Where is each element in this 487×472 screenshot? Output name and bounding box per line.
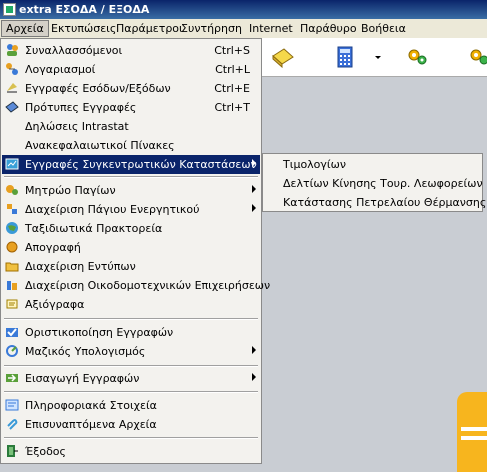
menu-item-entries[interactable]: Εγγραφές Εσόδων/Εξόδων Ctrl+E bbox=[2, 79, 260, 98]
menu-prints[interactable]: Εκτυπώσεις bbox=[47, 21, 120, 36]
menu-item-contacts[interactable]: Συναλλασσόμενοι Ctrl+S bbox=[2, 41, 260, 60]
finalize-icon bbox=[5, 325, 19, 339]
menu-item-mass-calc[interactable]: Μαζικός Υπολογισμός bbox=[2, 342, 260, 361]
summary-entries-submenu: Τιμολογίων Δελτίων Κίνησης Τουρ. Λεωφορε… bbox=[262, 153, 486, 212]
menu-item-templates[interactable]: Πρότυπες Εγγραφές Ctrl+T bbox=[2, 98, 260, 117]
folder-icon bbox=[5, 259, 19, 273]
menu-separator bbox=[4, 391, 258, 393]
menu-file[interactable]: Αρχεία bbox=[1, 20, 49, 37]
menu-item-inventory[interactable]: Απογραφή bbox=[2, 238, 260, 257]
menu-item-construction[interactable]: Διαχείριση Οικοδομοτεχνικών Επιχειρήσεων bbox=[2, 276, 270, 295]
menu-parameters[interactable]: Παράμετροι bbox=[112, 21, 187, 36]
menu-item-forms[interactable]: Διαχείριση Εντύπων bbox=[2, 257, 260, 276]
inventory-icon bbox=[5, 240, 19, 254]
assets-icon bbox=[5, 183, 19, 197]
menu-window[interactable]: Παράθυρο bbox=[296, 21, 361, 36]
import-icon bbox=[5, 371, 19, 385]
menu-item-intrastat[interactable]: Δηλώσεις Intrastat bbox=[2, 117, 260, 136]
gears-icon[interactable] bbox=[405, 44, 431, 70]
menu-bar: Αρχεία Εκτυπώσεις Παράμετροι Συντήρηση I… bbox=[0, 19, 487, 39]
submenu-item-bus-tickets[interactable]: Δελτίων Κίνησης Τουρ. Λεωφορείων bbox=[283, 177, 483, 190]
title-bar: extra ΕΣΟΔΑ / ΕΞΟΔΑ bbox=[0, 0, 487, 19]
entries-icon bbox=[5, 81, 19, 95]
menu-separator bbox=[4, 318, 258, 320]
menu-item-summary-tables[interactable]: Ανακεφαλαιωτικοί Πίνακες bbox=[2, 136, 260, 155]
toolbar bbox=[262, 38, 487, 77]
logo-corner bbox=[457, 392, 487, 472]
attachment-icon bbox=[5, 417, 19, 431]
dropdown-arrow-icon[interactable] bbox=[372, 44, 384, 70]
menu-item-summary-entries[interactable]: Εγγραφές Συγκεντρωτικών Καταστάσεων bbox=[2, 155, 260, 174]
menu-internet[interactable]: Internet bbox=[245, 21, 297, 36]
notebook-icon[interactable] bbox=[270, 44, 296, 70]
people-icon bbox=[5, 43, 19, 57]
mass-calc-icon bbox=[5, 344, 19, 358]
menu-separator bbox=[4, 437, 258, 439]
file-menu: Συναλλασσόμενοι Ctrl+S Λογαριασμοί Ctrl+… bbox=[0, 38, 270, 464]
securities-icon bbox=[5, 297, 19, 311]
accounts-icon bbox=[5, 62, 19, 76]
window-title: extra ΕΣΟΔΑ / ΕΞΟΔΑ bbox=[19, 3, 150, 16]
app-icon bbox=[3, 3, 16, 16]
summary-icon bbox=[5, 157, 19, 171]
menu-item-info[interactable]: Πληροφοριακά Στοιχεία bbox=[2, 396, 260, 415]
menu-item-asset-registry[interactable]: Μητρώο Παγίων bbox=[2, 181, 260, 200]
info-icon bbox=[5, 398, 19, 412]
menu-item-fixed-assets[interactable]: Διαχείριση Πάγιου Ενεργητικού bbox=[2, 200, 260, 219]
menu-help[interactable]: Βοήθεια bbox=[357, 21, 410, 36]
submenu-arrow-icon bbox=[252, 204, 256, 212]
submenu-item-heating-oil[interactable]: Κατάστασης Πετρελαίου Θέρμανσης bbox=[283, 196, 486, 209]
calculator-icon[interactable] bbox=[332, 44, 358, 70]
exit-icon bbox=[5, 444, 19, 458]
menu-item-finalize[interactable]: Οριστικοποίηση Εγγραφών bbox=[2, 323, 260, 342]
menu-separator bbox=[4, 365, 258, 367]
submenu-arrow-icon bbox=[252, 373, 256, 381]
menu-maintenance[interactable]: Συντήρηση bbox=[177, 21, 246, 36]
menu-item-accounts[interactable]: Λογαριασμοί Ctrl+L bbox=[2, 60, 260, 79]
menu-item-securities[interactable]: Αξιόγραφα bbox=[2, 295, 260, 314]
submenu-item-invoices[interactable]: Τιμολογίων bbox=[283, 158, 346, 171]
submenu-arrow-icon bbox=[252, 185, 256, 193]
submenu-arrow-icon bbox=[252, 159, 256, 167]
template-icon bbox=[5, 100, 19, 114]
construction-icon bbox=[5, 278, 19, 292]
menu-separator bbox=[4, 176, 258, 178]
menu-item-travel-agencies[interactable]: Ταξιδιωτικά Πρακτορεία bbox=[2, 219, 260, 238]
menu-item-exit[interactable]: Έξοδος bbox=[2, 442, 260, 461]
menu-item-import[interactable]: Εισαγωγή Εγγραφών bbox=[2, 369, 260, 388]
fixed-assets-icon bbox=[5, 202, 19, 216]
globe-icon bbox=[5, 221, 19, 235]
gears-icon[interactable] bbox=[467, 44, 487, 70]
submenu-arrow-icon bbox=[252, 346, 256, 354]
workspace bbox=[262, 77, 487, 464]
menu-item-attachments[interactable]: Επισυναπτόμενα Αρχεία bbox=[2, 415, 260, 434]
